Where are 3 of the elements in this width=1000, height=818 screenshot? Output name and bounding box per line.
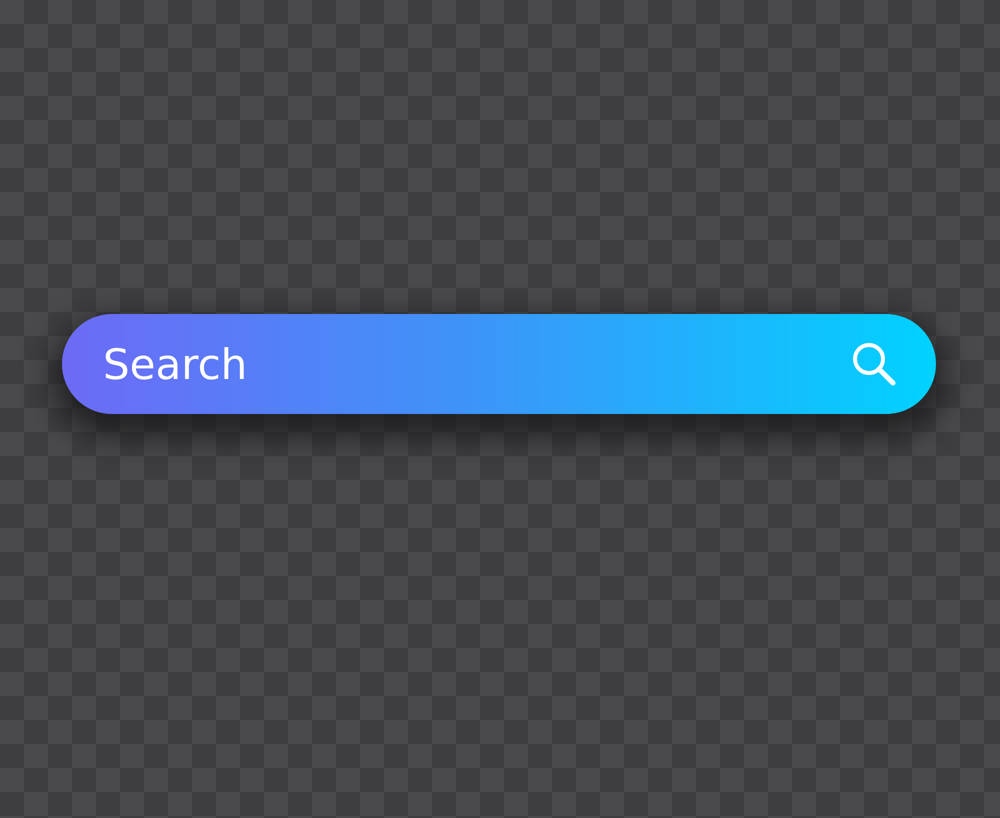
search-bar[interactable]: Search (62, 314, 936, 414)
search-icon[interactable] (850, 340, 898, 388)
search-input[interactable]: Search (103, 340, 830, 388)
